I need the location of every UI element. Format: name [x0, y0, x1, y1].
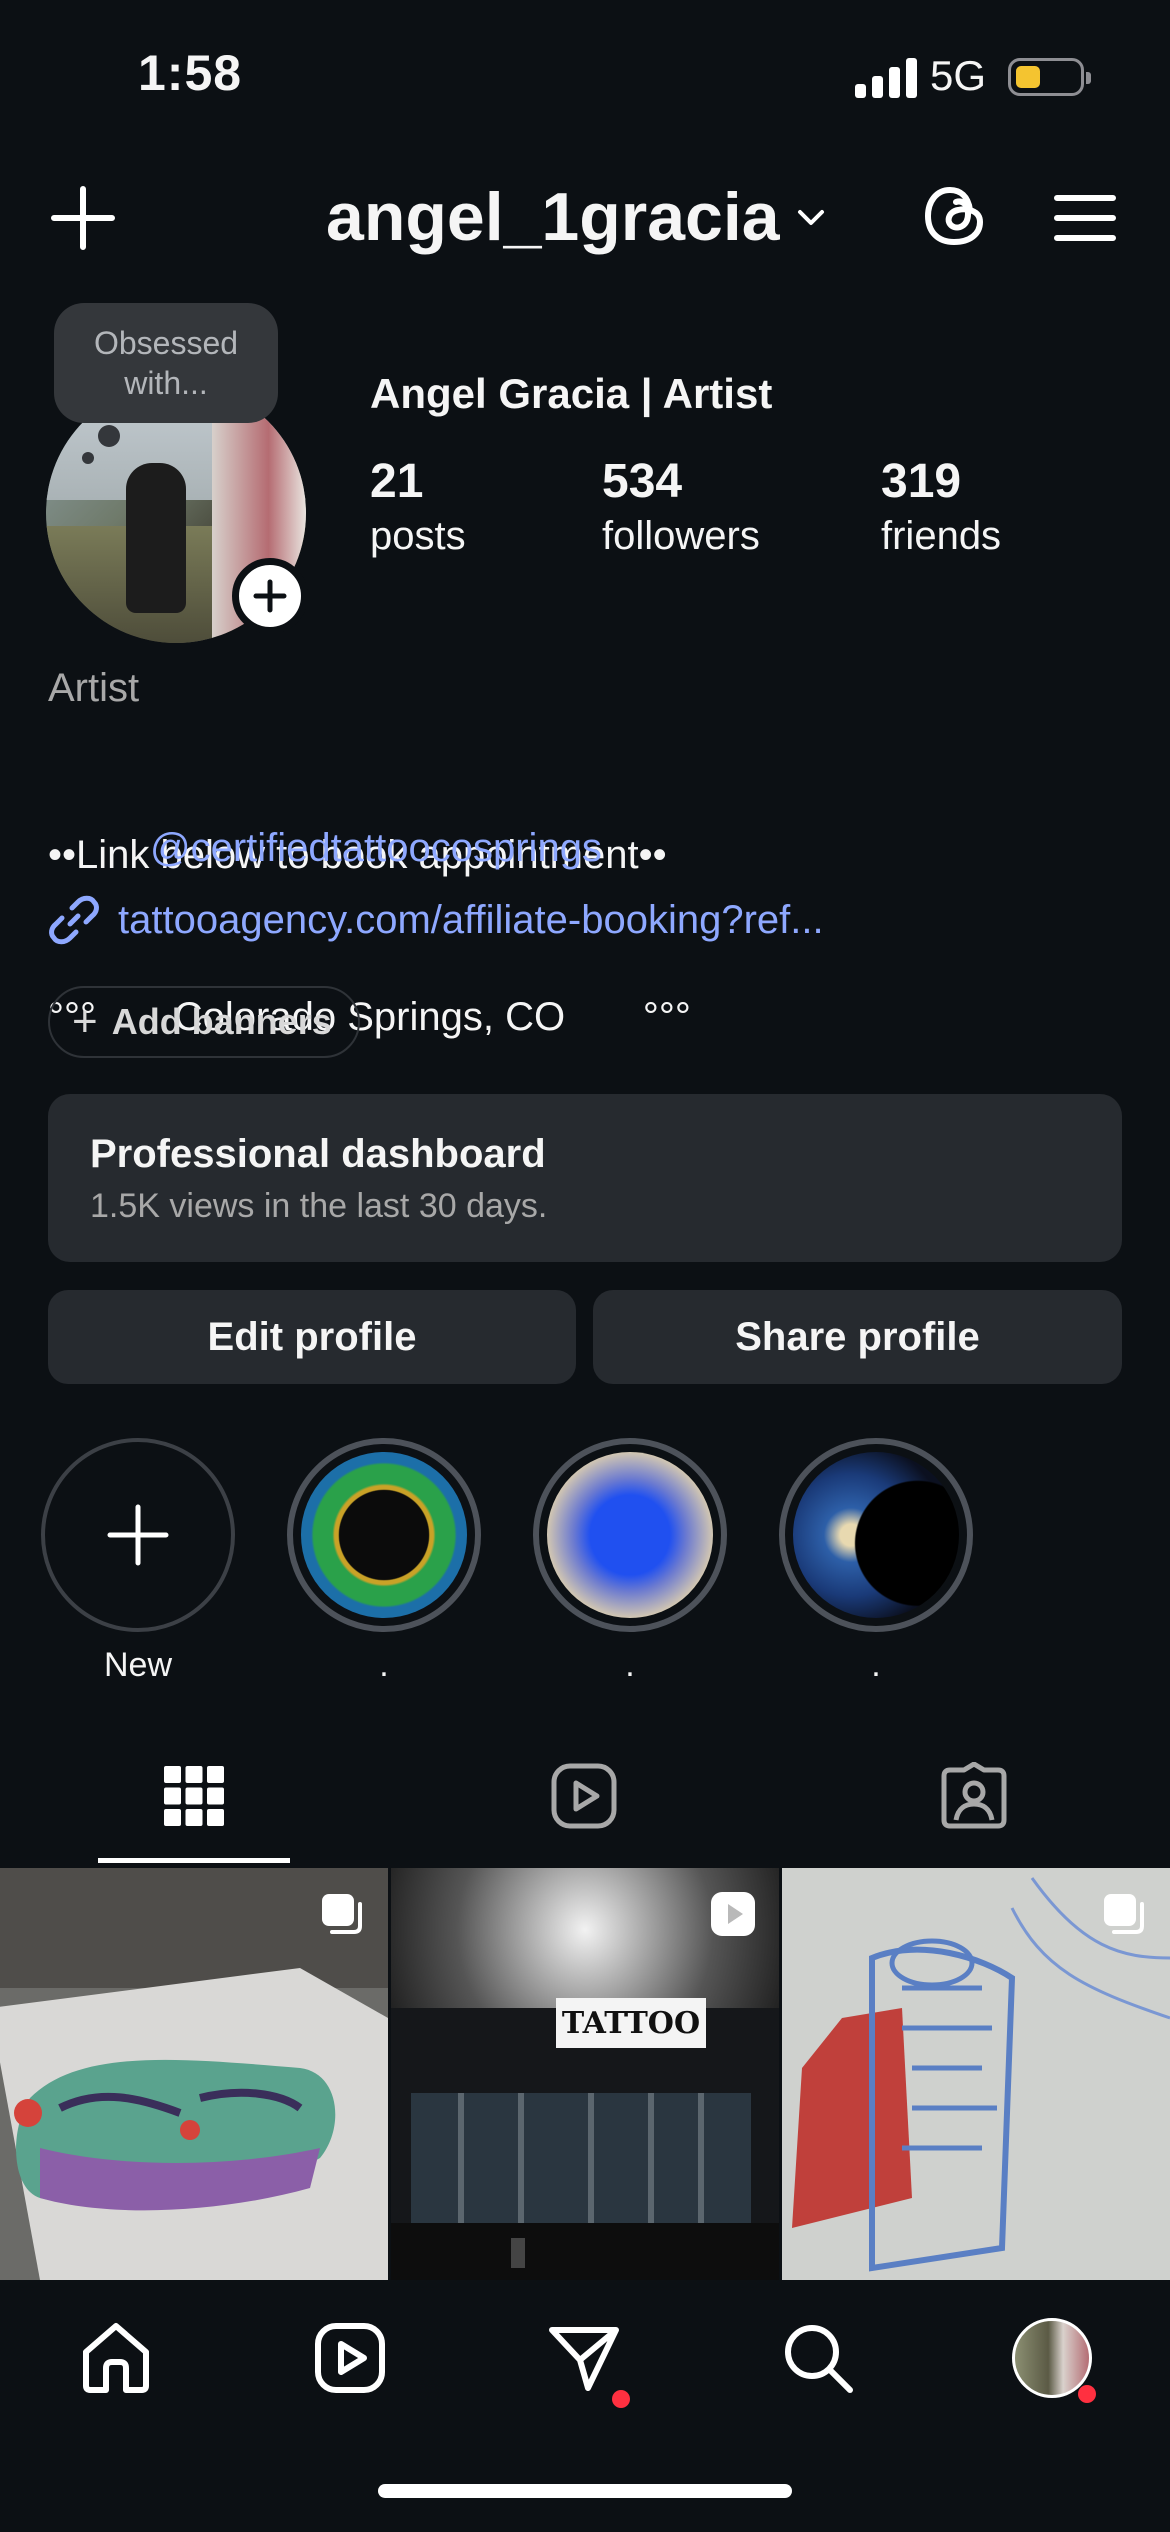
- post-thumbnail[interactable]: TATTOO: [391, 1868, 779, 2280]
- hamburger-menu-icon[interactable]: [1053, 192, 1117, 244]
- cellular-signal-icon: [855, 58, 917, 98]
- reels-icon[interactable]: [312, 2320, 388, 2396]
- dashboard-title: Professional dashboard: [90, 1132, 546, 1176]
- network-type: 5G: [930, 52, 987, 99]
- reels-icon[interactable]: [550, 1762, 618, 1830]
- chevron-down-icon: [797, 210, 824, 225]
- friends-label: friends: [881, 514, 1002, 558]
- home-icon[interactable]: [78, 2320, 154, 2396]
- highlight-ring: [533, 1438, 727, 1632]
- note-bubble-tail: [82, 452, 94, 464]
- highlight-item[interactable]: .: [287, 1438, 481, 1685]
- status-time: 1:58: [138, 45, 243, 101]
- display-name: Angel Gracia | Artist: [370, 370, 773, 417]
- professional-dashboard[interactable]: Professional dashboard 1.5K views in the…: [48, 1094, 1122, 1262]
- posts-stat[interactable]: 21 posts: [370, 455, 466, 563]
- bio-mention-link[interactable]: @certifiedtattoocosprings: [150, 826, 602, 871]
- note-bubble[interactable]: Obsessed with...: [54, 303, 278, 423]
- note-bubble-tail: [98, 425, 120, 447]
- followers-stat[interactable]: 534 followers: [602, 455, 760, 563]
- profile-avatar[interactable]: [1012, 2318, 1092, 2398]
- account-switcher[interactable]: angel_1gracia: [326, 178, 828, 256]
- new-highlight[interactable]: New: [41, 1438, 235, 1685]
- plus-icon: +: [72, 997, 98, 1046]
- highlight-ring: [779, 1438, 973, 1632]
- username: angel_1gracia: [326, 179, 780, 255]
- friends-stat[interactable]: 319 friends: [881, 455, 1001, 563]
- highlight-item[interactable]: .: [779, 1438, 973, 1685]
- posts-label: posts: [370, 514, 466, 558]
- new-highlight-ring: [41, 1438, 235, 1632]
- add-story-button[interactable]: [232, 558, 308, 634]
- threads-icon[interactable]: [920, 180, 992, 252]
- followers-label: followers: [602, 514, 760, 558]
- add-banners-button[interactable]: + Add banners: [48, 986, 360, 1058]
- reel-badge-icon: [711, 1892, 755, 1936]
- search-icon[interactable]: [780, 2320, 856, 2396]
- share-profile-button[interactable]: Share profile: [593, 1290, 1122, 1384]
- link-icon: [49, 895, 99, 945]
- plus-icon: [253, 579, 287, 613]
- friends-count: 319: [881, 455, 962, 508]
- svg-text:TATTOO: TATTOO: [562, 2006, 700, 2041]
- highlight-item[interactable]: .: [533, 1438, 727, 1685]
- posts-count: 21: [370, 455, 424, 508]
- highlight-label: .: [379, 1646, 389, 1684]
- create-plus-icon[interactable]: [50, 185, 116, 251]
- home-indicator: [378, 2484, 792, 2498]
- grid-icon[interactable]: [160, 1762, 228, 1830]
- add-banners-label: Add banners: [111, 1001, 332, 1042]
- carousel-icon: [322, 1894, 362, 1934]
- highlight-label: .: [625, 1646, 635, 1684]
- post-thumbnail[interactable]: [782, 1868, 1170, 2280]
- direct-messages-icon[interactable]: [546, 2320, 622, 2396]
- post-thumbnail[interactable]: [0, 1868, 388, 2280]
- highlight-label: New: [103, 1646, 173, 1684]
- edit-profile-button[interactable]: Edit profile: [48, 1290, 576, 1384]
- green-ring-highlight: [301, 1452, 467, 1618]
- earth-highlight: [793, 1452, 959, 1618]
- profile-screen: 1:58 5G angel_1gracia Obsessed with... A…: [0, 0, 1170, 2532]
- tagged-icon[interactable]: [940, 1762, 1008, 1830]
- blue-gradient-highlight: [547, 1452, 713, 1618]
- highlight-ring: [287, 1438, 481, 1632]
- highlight-label: .: [871, 1646, 881, 1684]
- external-link[interactable]: tattooagency.com/affiliate-booking?ref..…: [48, 894, 824, 946]
- battery-icon: [1008, 58, 1091, 96]
- followers-count: 534: [602, 455, 683, 508]
- active-tab-indicator: [98, 1858, 290, 1863]
- dashboard-subtitle: 1.5K views in the last 30 days.: [90, 1187, 548, 1225]
- notification-dot: [612, 2390, 630, 2408]
- profile-category: Artist: [48, 666, 140, 710]
- carousel-icon: [1104, 1894, 1144, 1934]
- plus-icon: [107, 1504, 169, 1566]
- notification-dot: [1078, 2385, 1096, 2403]
- external-link-text: tattooagency.com/affiliate-booking?ref..…: [118, 897, 824, 942]
